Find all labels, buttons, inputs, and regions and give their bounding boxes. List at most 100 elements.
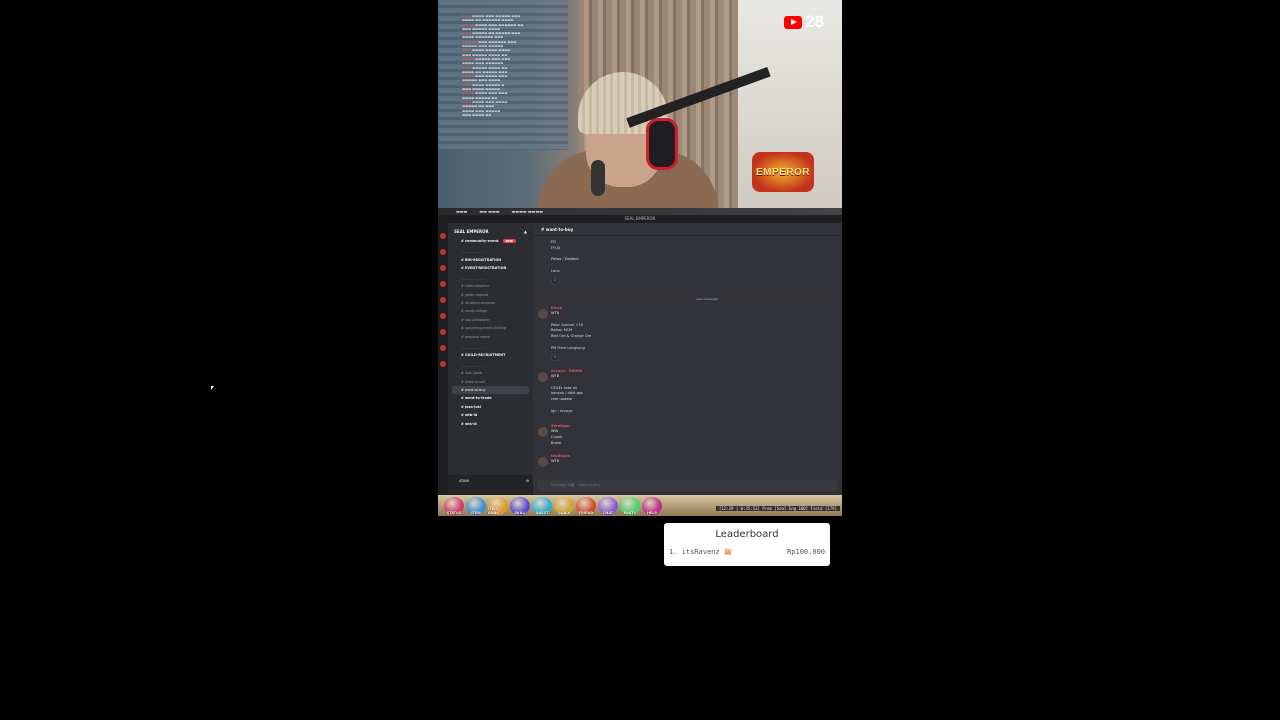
composer-placeholder: Message #🛒 · want-to-buy	[551, 483, 601, 487]
username: ATAMI	[459, 479, 470, 483]
server-icon[interactable]	[440, 297, 446, 303]
game-menu-button[interactable]: HELP	[642, 496, 662, 515]
server-icon[interactable]	[440, 233, 446, 239]
channel-label: # EVENT-REGISTRATION	[461, 265, 507, 270]
live-chat-overlay: ▬▬▬ ▬▬▬▬ ▬▬▬ ▬▬▬▬▬ ▬▬▬ ▬▬▬▬ ▬▬ ▬▬▬▬▬▬ ▬▬…	[462, 14, 524, 117]
user-panel[interactable]: ATAMI ⚙	[448, 475, 533, 495]
channel-label: # want-to-sell	[461, 379, 485, 384]
message-list: new messages FD FFUJI Palwa / Dalabdi La…	[533, 236, 842, 474]
channel-category[interactable]: — — — — — —	[448, 272, 533, 282]
channel-item[interactable]: # EVENT-REGISTRATION	[448, 264, 533, 272]
leaderboard-row: 1. itsRavenz 🐹 Rp100.000	[669, 548, 825, 556]
reaction-pill[interactable]: 2	[551, 276, 559, 285]
reaction-pill[interactable]: 3	[551, 353, 559, 362]
channel-label: # upcoming-event-trading	[461, 326, 507, 331]
viewer-count: 28	[805, 12, 824, 31]
channel-label: # jasa-joki	[461, 404, 482, 409]
channel-label: # wtb-id	[461, 413, 478, 418]
message-body: Wtb Crupit Broke	[551, 429, 562, 445]
channel-item[interactable]: # upcoming-event-trading	[448, 324, 533, 332]
channel-item[interactable]: # want-to-sell	[448, 378, 533, 386]
game-status-text: [12:29 | 0:35:53] Prem [Seal Eng 100] Fi…	[715, 506, 840, 511]
message-composer[interactable]: Message #🛒 · want-to-buy	[537, 480, 837, 491]
game-menu-button[interactable]: SKILL	[510, 496, 530, 515]
channel-label: # want-to-buy	[461, 388, 486, 393]
game-menu-button[interactable]: FRIEND	[576, 496, 596, 515]
viewer-badge: 28	[784, 12, 824, 32]
stream-frame: ▬▬▬ ▬▬▬▬ ▬▬▬ ▬▬▬▬▬ ▬▬▬ ▬▬▬▬ ▬▬ ▬▬▬▬▬▬ ▬▬…	[438, 0, 842, 516]
server-icon[interactable]	[440, 249, 446, 255]
channel-item[interactable]: # emperor-event	[448, 332, 533, 340]
server-rail	[438, 223, 448, 495]
channel-category[interactable]: — — — — — —	[448, 359, 533, 369]
server-icon[interactable]	[440, 265, 446, 271]
channel-item[interactable]: # mau-ganti	[448, 369, 533, 377]
channel-label: # GUILD-RECRUITMENT	[461, 352, 506, 357]
new-badge: NEW	[502, 239, 516, 244]
game-menu-button[interactable]: CHAT	[598, 496, 618, 515]
channel-item[interactable]: # wtb-id	[448, 411, 533, 419]
avatar[interactable]	[538, 309, 548, 319]
server-icon[interactable]	[440, 361, 446, 367]
channel-item[interactable]: # candy-village	[448, 307, 533, 315]
game-menu-button[interactable]: QUICK	[554, 496, 574, 515]
channel-item[interactable]: # wts-id	[448, 419, 533, 427]
channel-label: # wts-id	[461, 421, 477, 426]
channel-label: # mau-ganti	[461, 371, 483, 376]
game-menu-button[interactable]: ITEM BANK	[488, 496, 508, 515]
server-header[interactable]: SEAL EMPEROR ▲	[448, 223, 533, 237]
server-name: SEAL EMPEROR	[454, 229, 489, 234]
channel-item[interactable]: # uap-pelaparan	[448, 316, 533, 324]
avatar[interactable]	[538, 457, 548, 467]
server-icon[interactable]	[440, 313, 446, 319]
channel-label: # uap-pelaparan	[461, 317, 490, 322]
channel-category[interactable]: — — — — — —	[448, 245, 533, 255]
channel-item[interactable]: # BIN-REGISTRATION	[448, 255, 533, 263]
message-body: FD FFUJI Palwa / Dalabdi Lano	[551, 240, 579, 273]
channel-item[interactable]: # want-to-trade	[448, 394, 533, 402]
game-menu-button[interactable]: ITEM	[466, 496, 486, 515]
game-menu-button[interactable]: PARTY	[620, 496, 640, 515]
channel-item[interactable]: # all-about-emperor	[448, 299, 533, 307]
avatar[interactable]	[538, 427, 548, 437]
leaderboard-name: itsRavenz 🐹	[681, 548, 733, 556]
channel-label: # emperor-event	[461, 334, 490, 339]
channel-header: # want-to-buy	[533, 223, 842, 236]
new-messages-label: new messages	[693, 297, 722, 301]
channel-sidebar: SEAL EMPEROR ▲ # community-event NEW — — —…	[448, 223, 533, 495]
channel-label: # want-to-trade	[461, 396, 492, 401]
server-icon[interactable]	[440, 281, 446, 287]
channel-label: # all-about-emperor	[461, 301, 496, 306]
channel-item[interactable]: # GUILD-RECRUITMENT	[448, 351, 533, 359]
leaderboard-amount: Rp100.000	[787, 548, 825, 556]
server-icon[interactable]	[440, 329, 446, 335]
channel-item[interactable]: # guide-request	[448, 291, 533, 299]
channel-item[interactable]: # jasa-joki	[448, 403, 533, 411]
game-hud-strip: ▬▬▬ ▬▬ ▬▬▬ ▬▬▬▬ ▬▬▬▬	[438, 208, 842, 215]
channel-item[interactable]: # community-event NEW	[448, 237, 533, 245]
microphone	[591, 160, 605, 196]
channel-label: # BIN-REGISTRATION	[461, 257, 502, 262]
message-body: WTB CEGEL take all banyak / dikit gas ra…	[551, 374, 583, 413]
settings-icon[interactable]: ⚙	[526, 479, 529, 483]
youtube-icon	[784, 15, 803, 29]
message-body: WTB	[551, 459, 560, 463]
discord-window: SEAL EMPEROR SEAL EMPEROR ▲ # community-…	[438, 215, 842, 495]
leaderboard-widget: Leaderboard 1. itsRavenz 🐹 Rp100.000	[664, 523, 830, 566]
channel-label: # guide-request	[461, 292, 489, 297]
leaderboard-title: Leaderboard	[715, 529, 779, 540]
mouse-cursor	[211, 386, 214, 390]
bell-icon[interactable]: ▲	[524, 229, 527, 234]
channel-list: # community-event NEW — — — — — — # BIN-REG…	[448, 237, 533, 428]
channel-label: # kitab-emperor	[461, 284, 490, 289]
avatar[interactable]	[538, 372, 548, 382]
channel-title: # want-to-buy	[541, 227, 574, 232]
game-menu-button[interactable]: QUEST	[532, 496, 552, 515]
game-menu-button[interactable]: STATUS	[444, 496, 464, 515]
server-icon[interactable]	[440, 345, 446, 351]
channel-item[interactable]: # kitab-emperor	[448, 282, 533, 290]
channel-category[interactable]: — — — — — —	[448, 341, 533, 351]
channel-item[interactable]: # want-to-buy	[452, 385, 529, 395]
channel-label: # candy-village	[461, 309, 488, 314]
leaderboard-rank: 1.	[669, 548, 678, 556]
